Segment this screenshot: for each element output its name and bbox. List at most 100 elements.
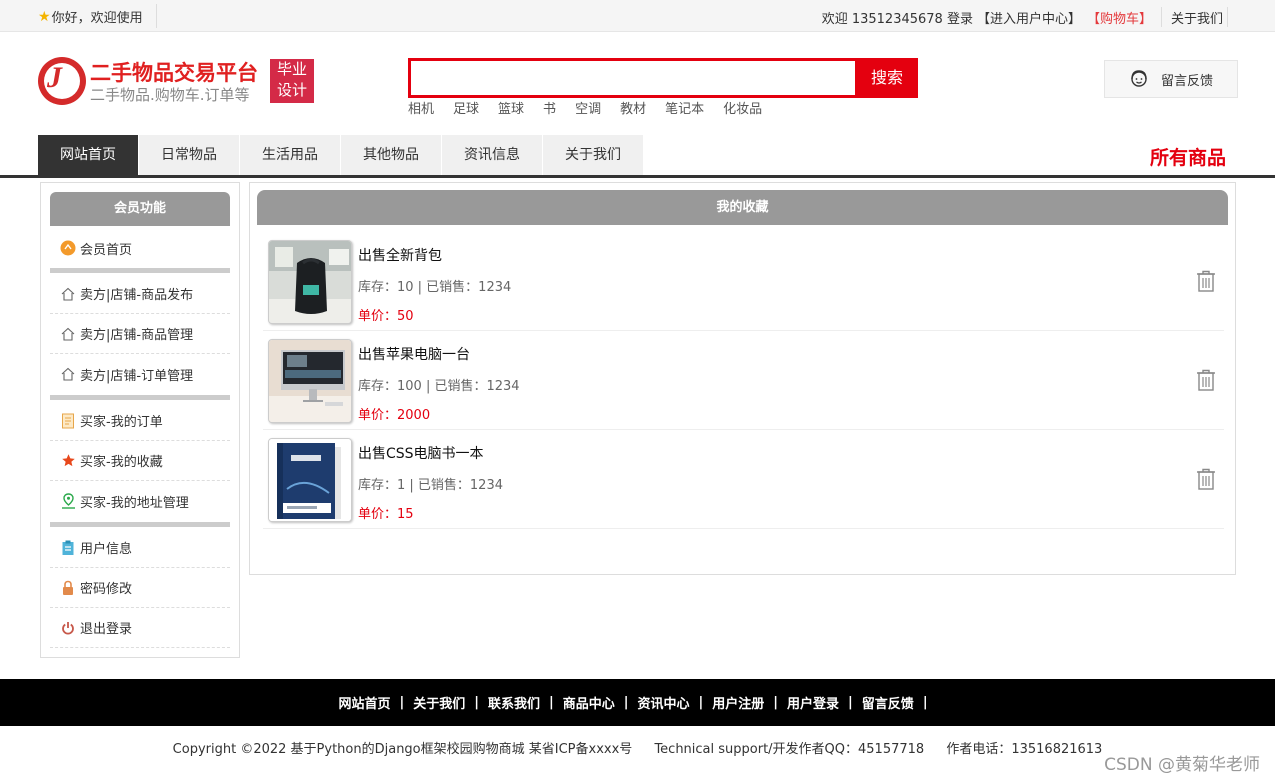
trash-icon[interactable] <box>1196 468 1216 490</box>
nav-daily[interactable]: 日常物品 <box>139 135 239 175</box>
product-image-backpack[interactable] <box>268 240 352 324</box>
footer-separator: | <box>698 695 704 710</box>
orange-circle-icon <box>60 240 76 256</box>
sidebar-item-label: 退出登录 <box>80 622 133 637</box>
home-icon <box>60 286 76 302</box>
sidebar-item-label: 卖方|店铺-商品发布 <box>80 288 194 303</box>
sidebar-item-label: 会员首页 <box>80 242 133 258</box>
copyright: Copyright ©2022 基于Python的Django框架校园购物商城 … <box>0 738 1275 757</box>
about-link[interactable]: 关于我们 <box>1171 8 1223 27</box>
footer-link-login[interactable]: 用户登录 <box>787 693 839 712</box>
backpack-image <box>269 241 351 323</box>
welcome-user-link[interactable]: 欢迎 13512345678 登录 <box>822 8 973 27</box>
badge-line: 设计 <box>276 81 307 99</box>
footer-link-about[interactable]: 关于我们 <box>413 693 465 712</box>
sidebar-item-user-info[interactable]: 用户信息 <box>50 528 230 568</box>
sidebar-item-my-favorites[interactable]: 买家-我的收藏 <box>50 441 230 481</box>
divider <box>1160 7 1162 27</box>
product-stock: 库存：1 | 已销售：1234 <box>358 478 503 493</box>
footer-link-feedback[interactable]: 留言反馈 <box>862 693 914 712</box>
nav-living[interactable]: 生活用品 <box>240 135 340 175</box>
sidebar-item-change-password[interactable]: 密码修改 <box>50 568 230 608</box>
greeting-text: 你好，欢迎使用 <box>51 11 143 26</box>
sidebar-item-my-address[interactable]: 买家-我的地址管理 <box>50 481 230 521</box>
watermark: CSDN @黄菊华老师 <box>1104 755 1260 775</box>
nav-news[interactable]: 资讯信息 <box>442 135 542 175</box>
nav-about[interactable]: 关于我们 <box>543 135 643 175</box>
product-image-css-book[interactable] <box>268 438 352 522</box>
product-stock: 库存：10 | 已销售：1234 <box>358 280 512 295</box>
location-icon <box>60 493 76 509</box>
site-title: 二手物品交易平台 <box>90 61 258 85</box>
favorite-row: 出售CSS电脑书一本 库存：1 | 已销售：1234 单价：15 <box>263 430 1224 529</box>
feedback-button[interactable]: 留言反馈 <box>1104 60 1238 98</box>
favorite-row: 出售全新背包 库存：10 | 已销售：1234 单价：50 <box>263 232 1224 331</box>
footer-link-register[interactable]: 用户注册 <box>712 693 764 712</box>
support-text: Technical support/开发作者QQ：45157718 <box>654 742 925 757</box>
clipboard-icon <box>60 540 76 556</box>
nav-home[interactable]: 网站首页 <box>38 135 138 175</box>
footer-link-news[interactable]: 资讯中心 <box>638 693 690 712</box>
footer-nav: 网站首页 | 关于我们 | 联系我们 | 商品中心 | 资讯中心 | 用户注册 | 用户登录… <box>0 679 1275 726</box>
sidebar-item-label: 买家-我的收藏 <box>80 455 163 470</box>
hot-keyword[interactable]: 书 <box>543 98 556 117</box>
logo[interactable]: J <box>38 57 86 105</box>
footer-link-home[interactable]: 网站首页 <box>338 693 390 712</box>
sidebar-item-label: 卖方|店铺-商品管理 <box>80 328 194 343</box>
sidebar-item-goods-manage[interactable]: 卖方|店铺-商品管理 <box>50 314 230 354</box>
footer-separator: | <box>474 695 479 710</box>
phone-text: 作者电话：13516821613 <box>946 742 1103 757</box>
product-name[interactable]: 出售全新背包 <box>358 245 442 265</box>
all-goods-link[interactable]: 所有商品 <box>1150 143 1226 170</box>
hot-keywords: 相机 足球 篮球 书 空调 教材 笔记本 化妆品 <box>408 98 781 117</box>
computer-image <box>269 340 351 422</box>
hot-keyword[interactable]: 相机 <box>408 98 434 117</box>
divider <box>1227 7 1228 27</box>
hot-keyword[interactable]: 笔记本 <box>665 98 704 117</box>
footer-separator: | <box>623 695 629 710</box>
member-sidebar: 会员功能 会员首页 卖方|店铺-商品发布 卖方|店铺-商品管理 卖方|店铺-订单… <box>40 182 240 658</box>
site-subtitle: 二手物品.购物车.订单等 <box>90 86 250 104</box>
favorites-panel: 我的收藏 出售全新背包 库存：10 | 已销售：1234 单价：50 出售苹果电… <box>249 182 1236 575</box>
product-price: 单价：2000 <box>358 408 431 423</box>
product-name[interactable]: 出售CSS电脑书一本 <box>358 443 484 463</box>
document-icon <box>60 413 76 429</box>
divider <box>156 4 157 28</box>
product-price: 单价：50 <box>358 309 414 324</box>
product-name[interactable]: 出售苹果电脑一台 <box>358 344 470 364</box>
trash-icon[interactable] <box>1196 369 1216 391</box>
sidebar-divider <box>50 268 230 273</box>
product-image-imac[interactable] <box>268 339 352 423</box>
footer-separator: | <box>399 695 405 710</box>
home-icon <box>60 326 76 342</box>
badge-line: 毕业 <box>276 60 307 78</box>
sidebar-item-member-home[interactable]: 会员首页 <box>50 228 230 268</box>
sidebar-item-order-manage[interactable]: 卖方|店铺-订单管理 <box>50 354 230 394</box>
sidebar-item-label: 卖方|店铺-订单管理 <box>80 368 194 384</box>
nav-underline <box>0 175 1275 178</box>
sidebar-item-publish[interactable]: 卖方|店铺-商品发布 <box>50 274 230 314</box>
sidebar-item-my-orders[interactable]: 买家-我的订单 <box>50 401 230 441</box>
footer-link-goods[interactable]: 商品中心 <box>563 693 615 712</box>
user-center-link[interactable]: 【进入用户中心】 <box>977 8 1081 27</box>
hot-keyword[interactable]: 篮球 <box>498 98 524 117</box>
nav-other[interactable]: 其他物品 <box>341 135 441 175</box>
hot-keyword[interactable]: 化妆品 <box>723 98 762 117</box>
hot-keyword[interactable]: 教材 <box>620 98 646 117</box>
home-icon <box>60 366 76 382</box>
hot-keyword[interactable]: 足球 <box>453 98 479 117</box>
sidebar-title: 会员功能 <box>50 192 230 226</box>
footer-link-contact[interactable]: 联系我们 <box>488 693 540 712</box>
cart-link[interactable]: 【购物车】 <box>1087 8 1152 27</box>
hot-keyword[interactable]: 空调 <box>575 98 601 117</box>
customer-service-icon <box>1131 70 1147 87</box>
footer-separator: | <box>848 695 853 710</box>
search-input[interactable] <box>411 61 855 95</box>
power-icon <box>60 620 76 636</box>
search-button[interactable]: 搜索 <box>856 58 918 98</box>
trash-icon[interactable] <box>1196 270 1216 292</box>
footer-separator: | <box>773 695 779 710</box>
sidebar-item-label: 用户信息 <box>80 542 133 557</box>
sidebar-divider <box>50 522 230 527</box>
sidebar-item-logout[interactable]: 退出登录 <box>50 608 230 648</box>
